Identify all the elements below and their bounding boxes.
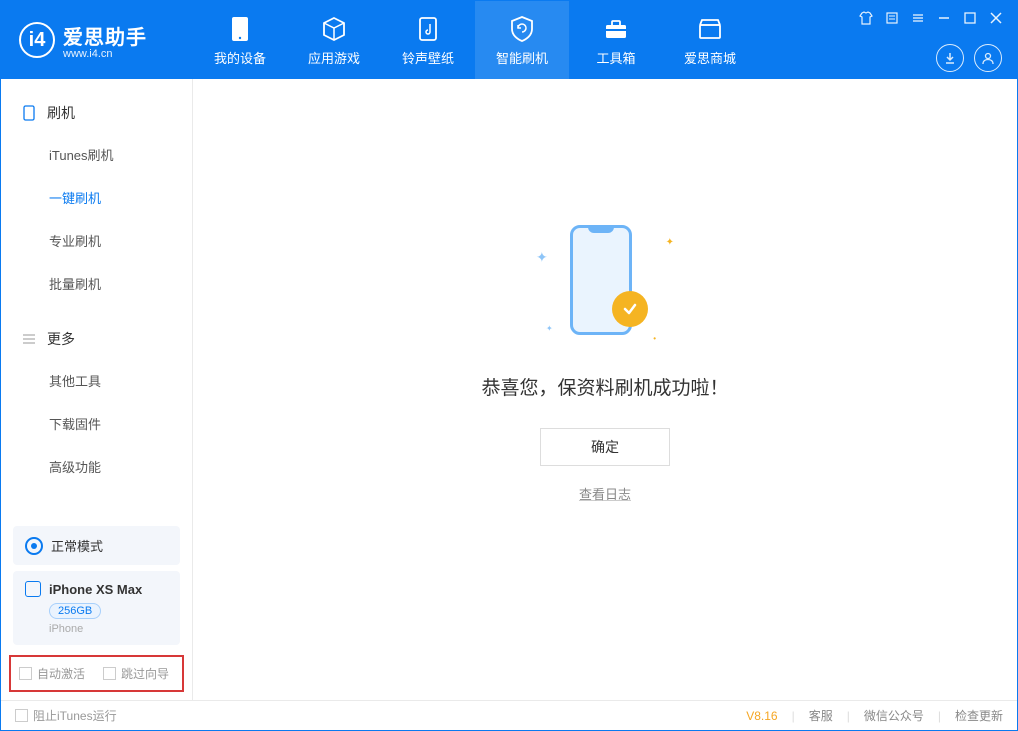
device-icon bbox=[229, 14, 251, 44]
footer-link-service[interactable]: 客服 bbox=[809, 707, 833, 724]
cube-icon bbox=[321, 14, 347, 44]
normal-mode-icon bbox=[25, 537, 43, 555]
tab-my-device[interactable]: 我的设备 bbox=[193, 1, 287, 79]
view-log-link[interactable]: 查看日志 bbox=[579, 484, 631, 503]
success-illustration: ✦ ✦ ✦ • bbox=[530, 217, 680, 347]
shield-refresh-icon bbox=[509, 14, 535, 44]
sparkle-icon: ✦ bbox=[536, 249, 548, 266]
skin-icon[interactable] bbox=[855, 7, 877, 29]
logo-area: i4 爱思助手 www.i4.cn bbox=[1, 1, 193, 79]
close-button[interactable] bbox=[985, 7, 1007, 29]
success-message: 恭喜您，保资料刷机成功啦！ bbox=[481, 373, 728, 400]
maximize-button[interactable] bbox=[959, 7, 981, 29]
sidebar-item-other-tools[interactable]: 其他工具 bbox=[1, 359, 192, 402]
user-button[interactable] bbox=[974, 44, 1002, 72]
device-phone-icon bbox=[25, 581, 41, 597]
store-icon bbox=[697, 14, 723, 44]
tab-toolbox[interactable]: 工具箱 bbox=[569, 1, 663, 79]
mode-label: 正常模式 bbox=[51, 536, 103, 555]
nav-tabs: 我的设备 应用游戏 铃声壁纸 智能刷机 工具箱 爱思商城 bbox=[193, 1, 855, 79]
footer-link-update[interactable]: 检查更新 bbox=[955, 707, 1003, 724]
tab-ringtones-wallpapers[interactable]: 铃声壁纸 bbox=[381, 1, 475, 79]
confirm-button[interactable]: 确定 bbox=[540, 428, 670, 466]
device-storage-badge: 256GB bbox=[49, 603, 101, 619]
version-label: V8.16 bbox=[746, 709, 777, 723]
sidebar-item-batch-flash[interactable]: 批量刷机 bbox=[1, 262, 192, 305]
feedback-icon[interactable] bbox=[881, 7, 903, 29]
app-title: 爱思助手 bbox=[63, 21, 147, 50]
header: i4 爱思助手 www.i4.cn 我的设备 应用游戏 铃声壁纸 智能刷机 工具… bbox=[1, 1, 1017, 79]
sidebar-item-advanced[interactable]: 高级功能 bbox=[1, 445, 192, 488]
toolbox-icon bbox=[603, 14, 629, 44]
checkbox-skip-guide[interactable]: 跳过向导 bbox=[103, 665, 169, 682]
download-button[interactable] bbox=[936, 44, 964, 72]
sidebar-section-flash: 刷机 bbox=[1, 93, 192, 133]
mode-indicator[interactable]: 正常模式 bbox=[13, 526, 180, 565]
tab-apps-games[interactable]: 应用游戏 bbox=[287, 1, 381, 79]
sidebar-section-more: 更多 bbox=[1, 319, 192, 359]
sidebar-item-oneclick-flash[interactable]: 一键刷机 bbox=[1, 176, 192, 219]
music-note-icon bbox=[416, 14, 440, 44]
checkbox-auto-activate[interactable]: 自动激活 bbox=[19, 665, 85, 682]
tab-store[interactable]: 爱思商城 bbox=[663, 1, 757, 79]
sparkle-icon: • bbox=[653, 334, 656, 343]
menu-icon[interactable] bbox=[907, 7, 929, 29]
app-subtitle: www.i4.cn bbox=[63, 48, 147, 60]
list-icon bbox=[21, 331, 37, 347]
checkbox-icon bbox=[15, 709, 28, 722]
sparkle-icon: ✦ bbox=[546, 324, 553, 333]
main-content: ✦ ✦ ✦ • 恭喜您，保资料刷机成功啦！ 确定 查看日志 bbox=[193, 79, 1017, 700]
checkbox-icon bbox=[19, 667, 32, 680]
sidebar-item-itunes-flash[interactable]: iTunes刷机 bbox=[1, 133, 192, 176]
sparkle-icon: ✦ bbox=[666, 237, 674, 248]
checkbox-block-itunes[interactable]: 阻止iTunes运行 bbox=[15, 707, 117, 724]
check-badge-icon bbox=[612, 291, 648, 327]
options-highlight-box: 自动激活 跳过向导 bbox=[9, 655, 184, 692]
footer-link-wechat[interactable]: 微信公众号 bbox=[864, 707, 924, 724]
logo-icon: i4 bbox=[19, 22, 55, 58]
checkbox-icon bbox=[103, 667, 116, 680]
device-name: iPhone XS Max bbox=[49, 582, 142, 597]
sidebar: 刷机 iTunes刷机 一键刷机 专业刷机 批量刷机 更多 其他工具 下载固件 … bbox=[1, 79, 193, 700]
phone-icon bbox=[21, 105, 37, 121]
minimize-button[interactable] bbox=[933, 7, 955, 29]
sidebar-item-pro-flash[interactable]: 专业刷机 bbox=[1, 219, 192, 262]
tab-smart-flash[interactable]: 智能刷机 bbox=[475, 1, 569, 79]
footer: 阻止iTunes运行 V8.16 | 客服 | 微信公众号 | 检查更新 bbox=[1, 700, 1017, 730]
device-type: iPhone bbox=[49, 623, 168, 635]
sidebar-item-download-firmware[interactable]: 下载固件 bbox=[1, 402, 192, 445]
device-info[interactable]: iPhone XS Max 256GB iPhone bbox=[13, 571, 180, 645]
